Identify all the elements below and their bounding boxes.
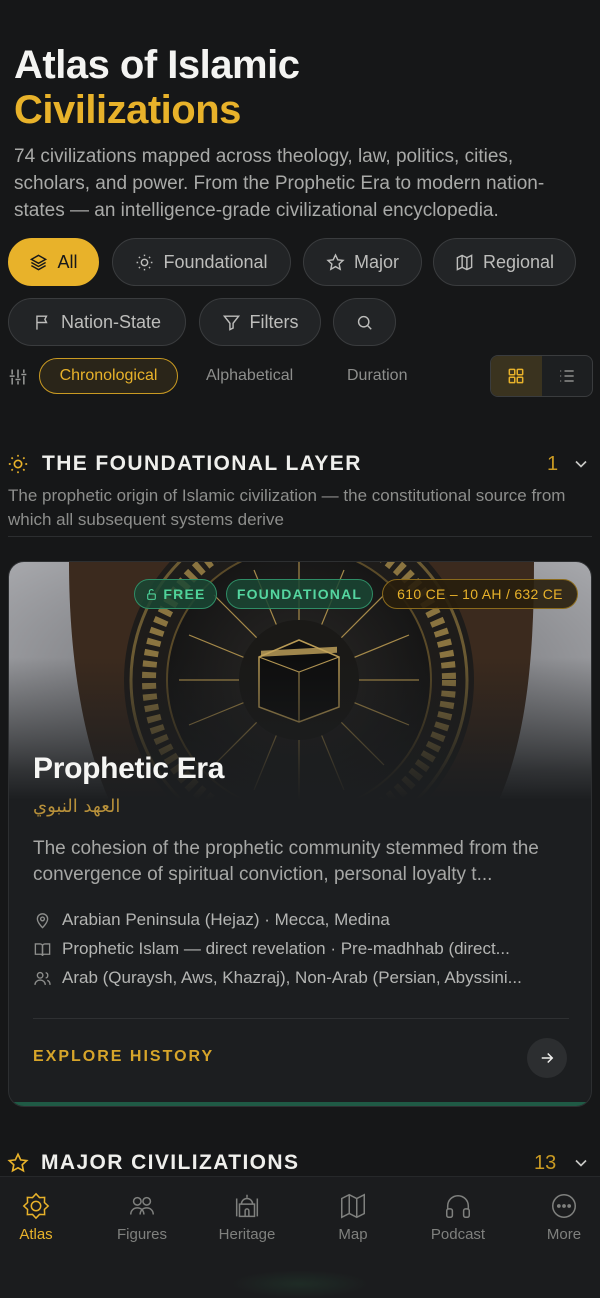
sort-duration[interactable]: Duration xyxy=(347,367,407,385)
list-icon xyxy=(560,370,574,382)
more-icon xyxy=(552,1194,576,1218)
nav-label: Podcast xyxy=(430,1226,486,1243)
filter-chip-label: All xyxy=(57,251,78,272)
filter-chip-label: Nation-State xyxy=(60,311,162,332)
card-title: Prophetic Era xyxy=(33,752,225,785)
nav-atlas[interactable]: Atlas xyxy=(0,1177,86,1261)
nav-label: Figures xyxy=(116,1226,168,1243)
view-toggle xyxy=(490,355,593,397)
civilization-card[interactable]: FREE FOUNDATIONAL 610 CE – 10 AH / 632 C… xyxy=(8,561,592,1107)
sort-chronological[interactable]: Chronological xyxy=(39,358,178,394)
explore-arrow-button[interactable] xyxy=(527,1038,567,1078)
title-line-1: Atlas of Islamic xyxy=(14,43,300,87)
card-location: Arabian Peninsula (Hejaz) · Mecca, Medin… xyxy=(33,907,573,933)
filter-chip-regional[interactable]: Regional xyxy=(433,238,576,286)
search-icon xyxy=(357,315,372,330)
people-icon xyxy=(130,1196,154,1215)
nav-label: Heritage xyxy=(218,1226,276,1243)
sort-alphabetical[interactable]: Alphabetical xyxy=(206,367,293,385)
headphones-icon xyxy=(446,1195,470,1218)
nav-label: More xyxy=(546,1226,582,1243)
lock-open-icon xyxy=(147,588,157,600)
atlas-screen: Atlas of Islamic Civilizations 74 civili… xyxy=(0,0,600,1298)
sliders-icon xyxy=(8,367,28,387)
date-badge: 610 CE – 10 AH / 632 CE xyxy=(382,579,578,609)
card-accent-line xyxy=(9,1102,591,1106)
filter-chip-foundational[interactable]: Foundational xyxy=(112,238,291,286)
map-icon xyxy=(456,253,473,271)
nav-more[interactable]: More xyxy=(514,1177,600,1261)
star-icon xyxy=(326,252,345,271)
map-icon xyxy=(341,1193,365,1219)
nav-label: Atlas xyxy=(19,1226,53,1243)
free-badge-label: FREE xyxy=(163,586,206,602)
nav-podcast[interactable]: Podcast xyxy=(408,1177,508,1261)
filter-chip-label: Foundational xyxy=(163,251,268,272)
home-indicator-glow xyxy=(230,1270,370,1298)
card-description: The cohesion of the prophetic community … xyxy=(33,838,539,885)
layers-icon xyxy=(30,254,48,270)
explore-history-link[interactable]: EXPLORE HISTORY xyxy=(33,1048,214,1066)
filter-chip-all[interactable]: All xyxy=(8,238,99,286)
section-count-major: 13 xyxy=(534,1152,557,1174)
people-icon xyxy=(34,971,51,985)
mosque-icon xyxy=(235,1194,259,1218)
filter-chip-label: Regional xyxy=(482,251,555,272)
list-view-button[interactable] xyxy=(542,356,593,396)
funnel-icon xyxy=(222,314,240,331)
nav-heritage[interactable]: Heritage xyxy=(197,1177,297,1261)
book-icon xyxy=(34,942,51,956)
atlas-icon xyxy=(22,1192,50,1220)
grid-view-button[interactable] xyxy=(491,356,542,396)
section-title-foundational: THE FOUNDATIONAL LAYER xyxy=(42,452,362,475)
flag-icon xyxy=(36,314,48,330)
card-peoples: Arab (Quraysh, Aws, Khazraj), Non-Arab (… xyxy=(33,965,573,991)
card-arabic-title: العهد النبوي xyxy=(33,796,121,817)
filters-button[interactable]: Filters xyxy=(199,298,321,346)
card-peoples-text: Arab (Quraysh, Aws, Khazraj), Non-Arab (… xyxy=(62,968,522,987)
chevron-down-icon[interactable] xyxy=(571,1153,591,1173)
search-button[interactable] xyxy=(333,298,396,346)
nav-figures[interactable]: Figures xyxy=(92,1177,192,1261)
page-title: Atlas of Islamic Civilizations xyxy=(14,42,586,132)
star-icon xyxy=(7,1152,29,1174)
nav-label: Map xyxy=(338,1226,368,1243)
chevron-down-icon[interactable] xyxy=(571,454,591,474)
page-subtitle: 74 civilizations mapped across theology,… xyxy=(14,146,545,221)
type-badge: FOUNDATIONAL xyxy=(226,579,373,609)
title-line-2: Civilizations xyxy=(14,88,241,132)
nav-map[interactable]: Map xyxy=(303,1177,403,1261)
section-title-major: MAJOR CIVILIZATIONS xyxy=(41,1151,300,1174)
card-location-text: Arabian Peninsula (Hejaz) · Mecca, Medin… xyxy=(62,910,390,929)
section-count-foundational: 1 xyxy=(547,453,559,475)
grid-icon xyxy=(508,368,524,384)
arrow-right-icon xyxy=(541,1052,554,1064)
filters-button-label: Filters xyxy=(249,311,299,332)
card-divider xyxy=(33,1018,569,1019)
free-badge: FREE xyxy=(134,579,217,609)
filter-chip-major[interactable]: Major xyxy=(303,238,422,286)
filter-chip-nation-state[interactable]: Nation-State xyxy=(8,298,186,346)
card-creed-text: Prophetic Islam — direct revelation · Pr… xyxy=(62,939,510,958)
filter-chip-label: Major xyxy=(353,251,399,272)
sun-icon xyxy=(137,254,153,270)
sun-icon xyxy=(7,453,29,475)
map-pin-icon xyxy=(36,912,49,929)
section-description-foundational: The prophetic origin of Islamic civiliza… xyxy=(8,486,566,529)
card-creed: Prophetic Islam — direct revelation · Pr… xyxy=(33,936,573,962)
section-divider xyxy=(8,536,592,537)
